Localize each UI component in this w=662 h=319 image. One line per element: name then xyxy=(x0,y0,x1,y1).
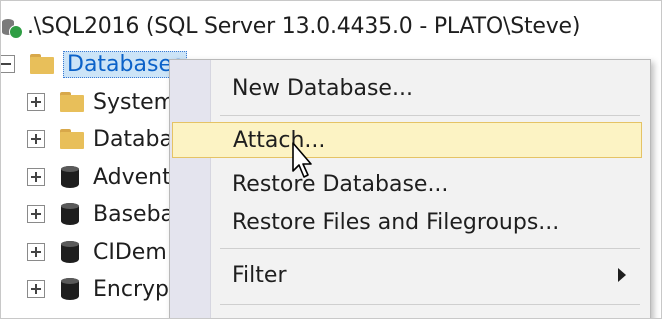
menu-separator xyxy=(220,115,640,116)
tree-node-label: Advent xyxy=(93,164,171,190)
tree-node-label: Baseba xyxy=(93,201,175,227)
tree-node-label: CIDem xyxy=(93,239,167,265)
menu-item-label: Filter xyxy=(232,262,287,288)
menu-item-new-database[interactable]: New Database... xyxy=(172,70,642,106)
database-icon xyxy=(59,239,81,265)
submenu-arrow-icon xyxy=(618,268,626,282)
tree-node-database-snapshots[interactable]: Databa xyxy=(27,121,173,157)
menu-item-filter[interactable]: Filter xyxy=(172,257,642,293)
menu-item-restore-files[interactable]: Restore Files and Filegroups... xyxy=(172,204,642,240)
tree-node-system[interactable]: System xyxy=(27,84,175,120)
context-menu: New Database... Attach... Restore Databa… xyxy=(169,59,651,318)
tree-node-database[interactable]: Advent xyxy=(27,159,171,195)
menu-item-label: New Database... xyxy=(232,75,413,101)
tree-node-database[interactable]: CIDem xyxy=(27,234,167,270)
databases-node[interactable]: Databases xyxy=(1,46,188,82)
menu-item-label: Restore Files and Filegroups... xyxy=(232,209,560,235)
object-explorer: .\SQL2016 (SQL Server 13.0.4435.0 - PLAT… xyxy=(0,0,662,319)
menu-item-label: Restore Database... xyxy=(232,171,449,197)
tree-node-label: Databa xyxy=(93,126,173,152)
expand-icon[interactable] xyxy=(27,205,45,223)
tree-node-database[interactable]: Encrypt xyxy=(27,271,178,307)
menu-separator xyxy=(220,304,640,305)
menu-item-restore-database[interactable]: Restore Database... xyxy=(172,166,642,202)
server-node[interactable]: .\SQL2016 (SQL Server 13.0.4435.0 - PLAT… xyxy=(1,8,580,44)
tree-node-database[interactable]: Baseba xyxy=(27,196,174,232)
database-icon xyxy=(59,276,81,302)
folder-icon xyxy=(59,129,85,149)
menu-item-attach[interactable]: Attach... xyxy=(172,122,642,158)
folder-icon xyxy=(29,54,55,74)
collapse-icon[interactable] xyxy=(1,55,15,73)
mouse-pointer-icon xyxy=(292,142,312,178)
expand-icon[interactable] xyxy=(27,130,45,148)
expand-icon[interactable] xyxy=(27,168,45,186)
folder-icon xyxy=(59,92,85,112)
server-label: .\SQL2016 (SQL Server 13.0.4435.0 - PLAT… xyxy=(27,13,581,39)
expand-icon[interactable] xyxy=(27,280,45,298)
expand-icon[interactable] xyxy=(27,243,45,261)
tree-node-label: System xyxy=(93,89,176,115)
server-connected-icon xyxy=(1,13,23,39)
database-icon xyxy=(59,201,81,227)
expand-icon[interactable] xyxy=(27,93,45,111)
menu-separator xyxy=(220,248,640,249)
tree-node-label: Encrypt xyxy=(93,276,178,302)
database-icon xyxy=(59,164,81,190)
